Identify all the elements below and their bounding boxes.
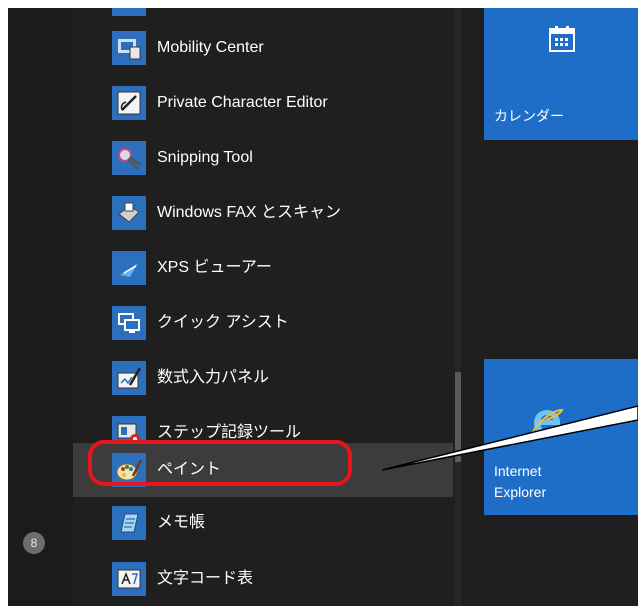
- calendar-icon: [547, 24, 577, 59]
- snipping-tool-icon: [112, 141, 146, 175]
- notepad-icon: [112, 506, 146, 540]
- mobility-center-icon: [112, 31, 146, 65]
- app-label: 文字コード表: [157, 570, 254, 587]
- character-map-icon: [112, 562, 146, 596]
- quick-assist-icon: [112, 306, 146, 340]
- scrollbar-thumb[interactable]: [455, 372, 461, 462]
- list-item-notepad[interactable]: メモ帳: [73, 496, 453, 550]
- app-label: XPS ビューアー: [157, 259, 272, 276]
- app-label: Mobility Center: [157, 39, 264, 56]
- list-item-mobility-center[interactable]: Mobility Center: [73, 21, 453, 75]
- app-list: Mobility Center Private Character Editor…: [73, 8, 463, 606]
- list-item-math-input-panel[interactable]: 数式入力パネル: [73, 351, 453, 405]
- tile-internet-explorer[interactable]: Internet Explorer: [484, 359, 638, 515]
- start-menu-rail: 8: [8, 8, 73, 606]
- user-avatar[interactable]: 8: [23, 532, 45, 554]
- list-item-windows-fax-scan[interactable]: Windows FAX とスキャン: [73, 186, 453, 240]
- paint-highlight-ring: [88, 440, 352, 486]
- tile-label-line1: Internet: [494, 463, 542, 479]
- list-item-quick-assist[interactable]: クイック アシスト: [73, 296, 453, 350]
- internet-explorer-icon: [530, 406, 564, 445]
- scrollbar-track[interactable]: [455, 8, 461, 606]
- xps-viewer-icon: [112, 251, 146, 285]
- app-label: クイック アシスト: [157, 314, 289, 331]
- math-input-panel-icon: [112, 361, 146, 395]
- app-label: Private Character Editor: [157, 94, 328, 111]
- list-item-snipping-tool[interactable]: Snipping Tool: [73, 131, 453, 185]
- tile-area: カレンダー Internet Explorer: [470, 8, 638, 606]
- app-label: Windows FAX とスキャン: [157, 204, 342, 221]
- tile-calendar[interactable]: カレンダー: [484, 8, 638, 140]
- list-item-character-map[interactable]: 文字コード表: [73, 552, 453, 606]
- app-label: 数式入力パネル: [157, 369, 270, 386]
- list-item-xps-viewer[interactable]: XPS ビューアー: [73, 241, 453, 295]
- app-label: メモ帳: [157, 514, 206, 531]
- app-icon-partial: [112, 8, 146, 16]
- app-label: Snipping Tool: [157, 149, 253, 166]
- fax-scan-icon: [112, 196, 146, 230]
- private-character-editor-icon: [112, 86, 146, 120]
- list-item-private-character-editor[interactable]: Private Character Editor: [73, 76, 453, 130]
- start-menu: 8 Mobility Center Private Character Edit…: [8, 8, 638, 606]
- tile-label: カレンダー: [494, 108, 564, 124]
- tile-label-line2: Explorer: [494, 484, 547, 500]
